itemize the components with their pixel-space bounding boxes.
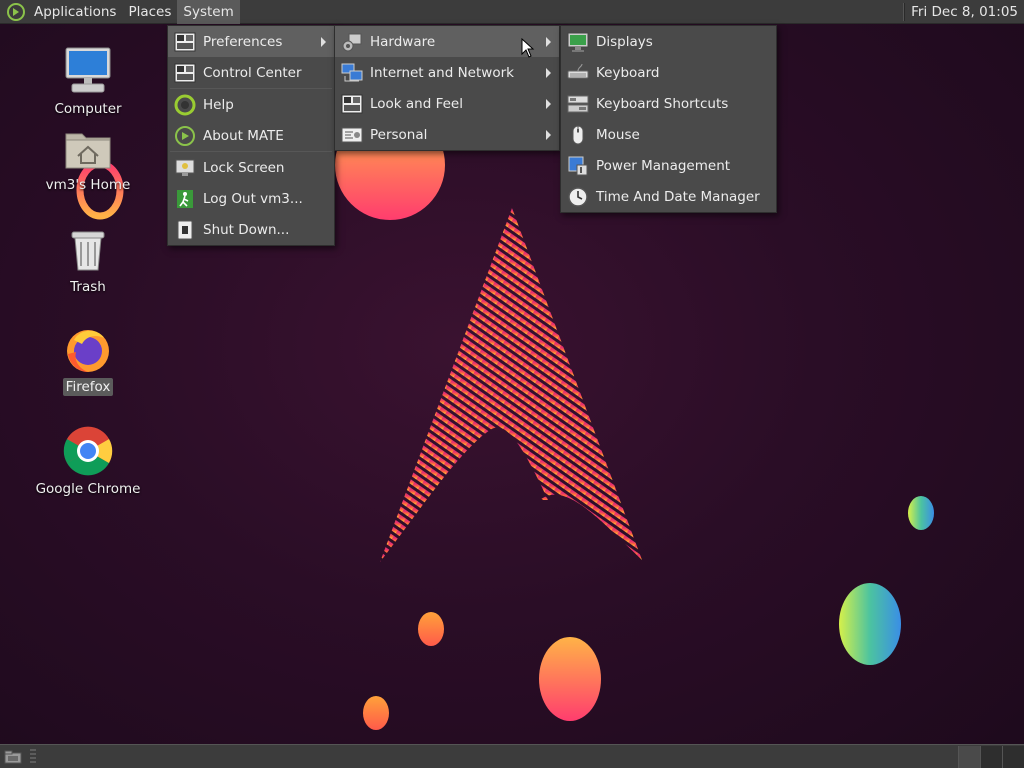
workspace-2[interactable] [980, 745, 1002, 768]
workspace-switcher [958, 745, 1024, 768]
lock-screen-icon [175, 159, 195, 176]
menu-item-label: Hardware [370, 33, 436, 50]
panel-grip[interactable] [30, 748, 36, 765]
workspace-3[interactable] [1002, 745, 1024, 768]
desktop-icon-label: Computer [54, 101, 122, 117]
menu-item-lock-screen[interactable]: Lock Screen [168, 152, 334, 183]
panel-separator [903, 2, 906, 21]
menu-item-label: Keyboard [596, 64, 660, 81]
network-icon [341, 63, 363, 81]
desktop-icon-chrome[interactable]: Google Chrome [28, 426, 148, 498]
menu-item-label: Lock Screen [203, 159, 285, 176]
menu-item-label: Help [203, 96, 234, 113]
menu-item-shut-down[interactable]: Shut Down... [168, 214, 334, 245]
menu-item-label: About MATE [203, 127, 284, 144]
chrome-icon [63, 426, 113, 476]
keyboard-shortcuts-icon [567, 95, 589, 112]
menu-item-look-and-feel[interactable]: Look and Feel [335, 88, 559, 119]
preferences-icon [174, 32, 196, 51]
trash-icon [71, 231, 105, 271]
menu-item-label: Personal [370, 126, 428, 143]
menu-item-personal[interactable]: Personal [335, 119, 559, 150]
computer-icon [65, 47, 111, 93]
menu-item-keyboard[interactable]: Keyboard [561, 57, 776, 88]
desktop-icon-trash[interactable]: Trash [28, 228, 148, 296]
menu-item-about-mate[interactable]: About MATE [168, 120, 334, 151]
menu-item-label: Shut Down... [203, 221, 290, 238]
menu-item-mouse[interactable]: Mouse [561, 119, 776, 150]
top-panel: Applications Places System Fri Dec 8, 01… [0, 0, 1024, 24]
submenu-arrow-icon [546, 99, 551, 109]
menu-item-help[interactable]: Help [168, 89, 334, 120]
submenu-arrow-icon [321, 37, 326, 47]
decor-circle [363, 696, 389, 730]
power-management-icon [568, 156, 588, 175]
personal-icon [341, 127, 363, 142]
show-desktop-icon[interactable] [4, 750, 22, 764]
desktop-icon-label: Firefox [62, 378, 114, 396]
workspace-1[interactable] [958, 745, 980, 768]
arch-logo [380, 208, 642, 562]
menu-item-label: Displays [596, 33, 653, 50]
menu-item-keyboard-shortcuts[interactable]: Keyboard Shortcuts [561, 88, 776, 119]
menu-item-internet-network[interactable]: Internet and Network [335, 57, 559, 88]
menu-item-label: Internet and Network [370, 64, 514, 81]
decor-circle [418, 612, 444, 646]
decor-circle [539, 637, 601, 721]
shutdown-icon [177, 220, 193, 239]
decor-circle-blue [908, 496, 934, 530]
logout-icon [177, 189, 193, 208]
mate-icon [175, 125, 195, 146]
mate-logo-icon[interactable] [6, 2, 26, 22]
decor-circle-blue [839, 583, 901, 665]
menu-item-log-out[interactable]: Log Out vm3... [168, 183, 334, 214]
menu-item-power-management[interactable]: Power Management [561, 150, 776, 181]
submenu-arrow-icon [546, 68, 551, 78]
menu-item-time-date-manager[interactable]: Time And Date Manager [561, 181, 776, 212]
clock-icon [568, 186, 588, 207]
desktop-icon-label: vm3's Home [45, 177, 131, 193]
look-and-feel-icon [341, 94, 363, 113]
keyboard-icon [567, 63, 589, 78]
desktop-icon-home[interactable]: vm3's Home [28, 126, 148, 194]
menu-item-label: Control Center [203, 64, 302, 81]
bottom-panel [0, 744, 1024, 768]
mouse-icon [572, 125, 584, 144]
menu-item-label: Time And Date Manager [596, 188, 760, 205]
places-menu[interactable]: Places [122, 0, 177, 24]
mouse-cursor-icon [521, 38, 535, 58]
desktop-icon-firefox[interactable]: Firefox [28, 326, 148, 396]
hardware-icon [342, 33, 362, 51]
display-icon [567, 32, 589, 52]
menu-item-label: Power Management [596, 157, 731, 174]
menu-item-label: Preferences [203, 33, 283, 50]
firefox-icon [67, 330, 109, 372]
submenu-arrow-icon [546, 37, 551, 47]
menu-item-label: Keyboard Shortcuts [596, 95, 729, 112]
hardware-submenu: Displays Keyboard Keyboard Shortcuts Mou… [560, 25, 777, 213]
system-dropdown-menu: Preferences Control Center Help About MA… [167, 25, 335, 246]
submenu-arrow-icon [546, 130, 551, 140]
clock[interactable]: Fri Dec 8, 01:05 [911, 4, 1024, 20]
desktop-icon-computer[interactable]: Computer [28, 44, 148, 118]
help-icon [174, 94, 196, 115]
home-folder-icon [65, 133, 111, 169]
menu-item-label: Mouse [596, 126, 640, 143]
desktop-icon-label: Google Chrome [35, 481, 141, 497]
control-center-icon [174, 63, 196, 82]
menu-item-preferences[interactable]: Preferences [168, 26, 334, 57]
menu-item-control-center[interactable]: Control Center [168, 57, 334, 88]
applications-menu[interactable]: Applications [28, 0, 122, 24]
system-menu[interactable]: System [177, 0, 240, 24]
menu-item-displays[interactable]: Displays [561, 26, 776, 57]
menu-item-label: Look and Feel [370, 95, 463, 112]
desktop-icon-label: Trash [70, 279, 106, 295]
menu-item-label: Log Out vm3... [203, 190, 303, 207]
